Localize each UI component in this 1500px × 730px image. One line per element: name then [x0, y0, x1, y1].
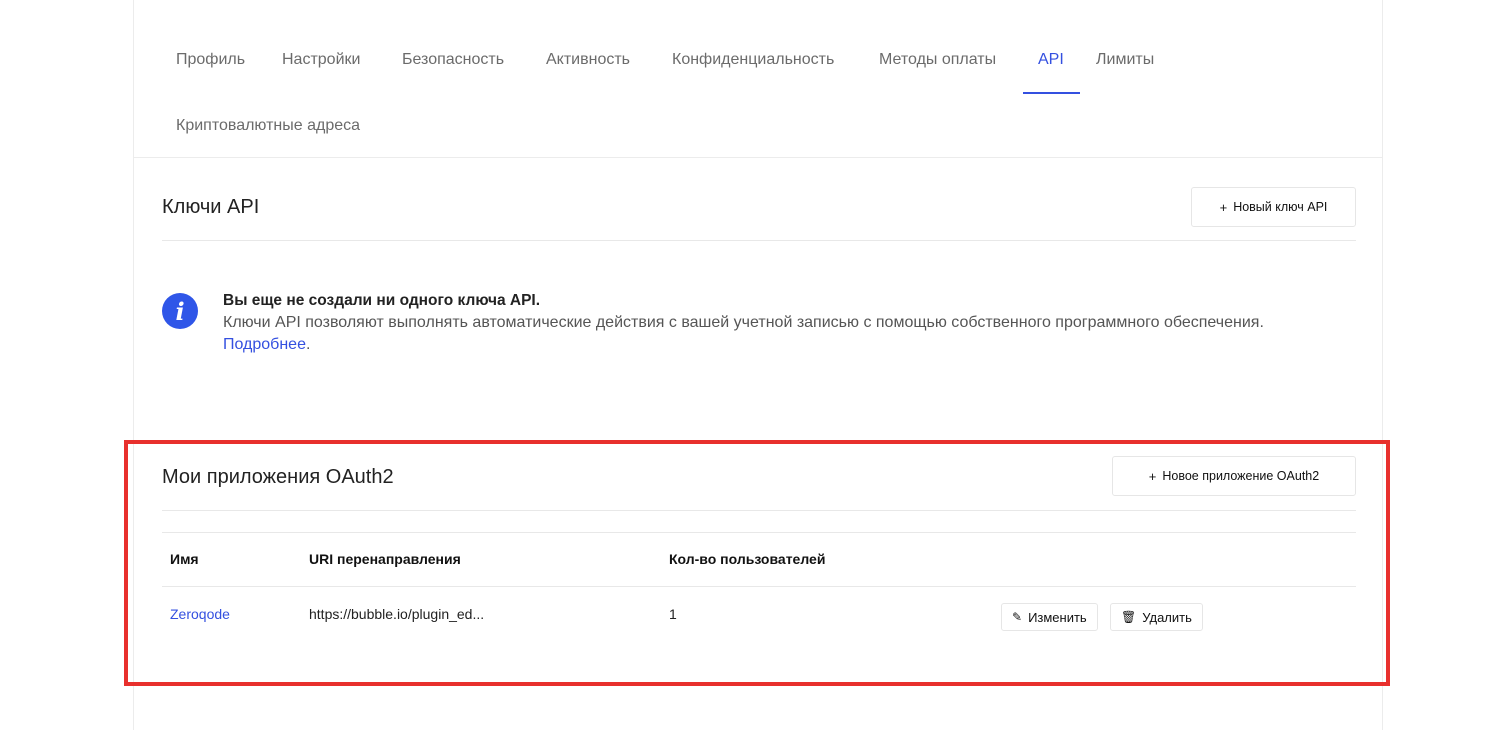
tab-profile[interactable]: Профиль	[176, 50, 245, 70]
new-api-key-label: Новый ключ API	[1233, 200, 1328, 214]
tab-api[interactable]: API	[1038, 50, 1064, 70]
empty-message-title: Вы еще не создали ни одного ключа API.	[223, 292, 541, 309]
new-api-key-button[interactable]: + Новый ключ API	[1191, 187, 1356, 227]
empty-message-text: Ключи API позволяют выполнять автоматиче…	[223, 312, 1323, 356]
tab-settings[interactable]: Настройки	[282, 50, 360, 70]
plus-icon: +	[1219, 199, 1228, 215]
empty-message-trailing: .	[305, 336, 311, 353]
tab-crypto-addresses[interactable]: Криптовалютные адреса	[176, 116, 360, 136]
tab-security[interactable]: Безопасность	[402, 50, 504, 70]
active-tab-indicator	[1023, 92, 1080, 94]
info-icon: i	[162, 293, 198, 329]
tab-limits[interactable]: Лимиты	[1096, 50, 1154, 70]
highlight-frame	[124, 440, 1390, 686]
divider	[162, 240, 1356, 241]
api-keys-title: Ключи API	[162, 196, 260, 218]
tab-privacy[interactable]: Конфиденциальность	[672, 50, 834, 70]
empty-message-body: Ключи API позволяют выполнять автоматиче…	[223, 314, 1264, 331]
settings-tabs: Профиль Настройки Безопасность Активност…	[134, 0, 1382, 158]
tab-activity[interactable]: Активность	[546, 50, 630, 70]
tab-payment-methods[interactable]: Методы оплаты	[879, 50, 996, 70]
api-keys-empty-message: Вы еще не создали ни одного ключа API. К…	[223, 290, 1323, 356]
learn-more-link[interactable]: Подробнее	[223, 336, 306, 353]
